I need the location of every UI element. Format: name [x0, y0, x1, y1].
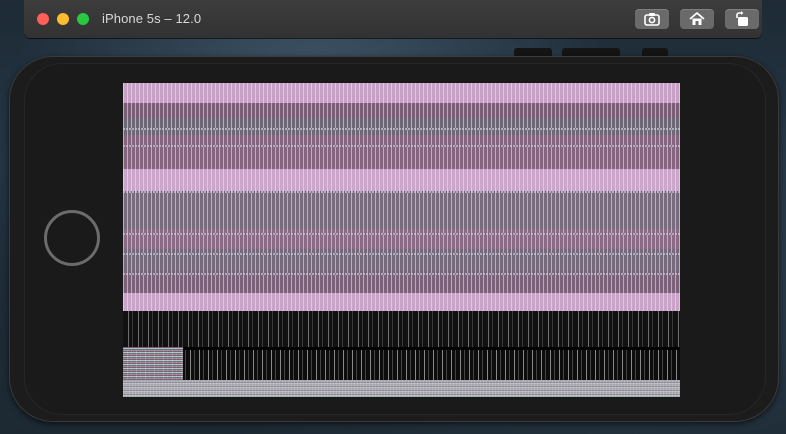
- glitch-line: [123, 128, 680, 130]
- glitch-line: [123, 191, 680, 193]
- glitch-line: [123, 253, 680, 255]
- device-screen[interactable]: [123, 83, 680, 397]
- window-title: iPhone 5s – 12.0: [102, 11, 202, 26]
- camera-icon: [644, 13, 660, 26]
- glitch-line: [123, 273, 680, 275]
- zoom-window-button[interactable]: [77, 13, 89, 25]
- glitch-dark-band: [123, 350, 680, 380]
- glitch-noise-band: [123, 380, 680, 397]
- glitch-stripes-band: [123, 83, 680, 311]
- close-window-button[interactable]: [37, 13, 49, 25]
- home-button[interactable]: [680, 9, 714, 29]
- rotate-icon: [736, 11, 748, 26]
- glitch-line: [123, 233, 680, 235]
- simulator-title-bar: iPhone 5s – 12.0: [24, 0, 762, 38]
- screenshot-button[interactable]: [635, 9, 669, 29]
- minimize-window-button[interactable]: [57, 13, 69, 25]
- rotate-button[interactable]: [725, 9, 759, 29]
- glitch-dark-band: [123, 311, 680, 347]
- device-home-button[interactable]: [44, 210, 100, 266]
- glitch-line: [123, 145, 680, 147]
- home-icon: [689, 12, 705, 25]
- glitch-noise-block: [123, 347, 183, 383]
